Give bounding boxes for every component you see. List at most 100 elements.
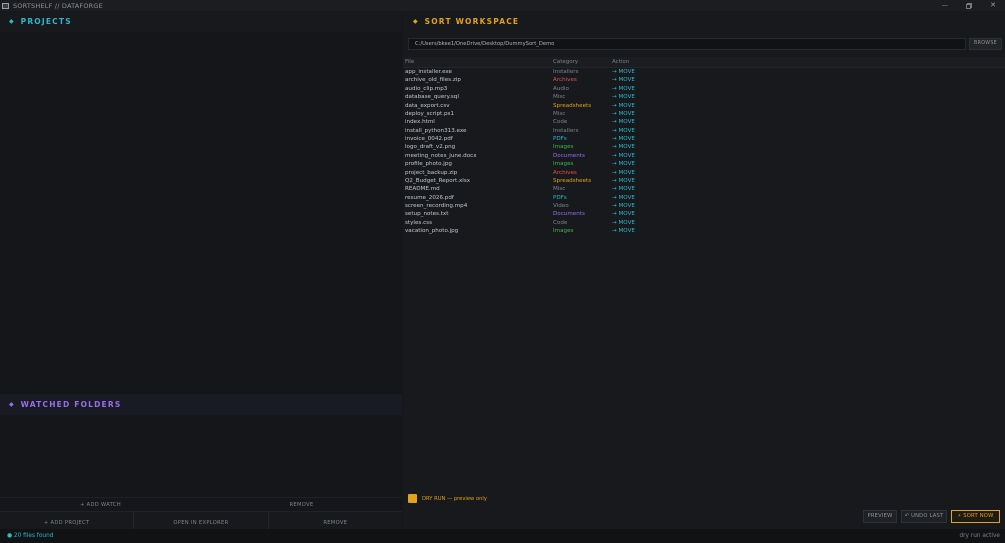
- action-cell[interactable]: → MOVE: [612, 127, 672, 135]
- action-cell[interactable]: → MOVE: [612, 93, 672, 101]
- column-header-category[interactable]: Category: [553, 59, 612, 65]
- action-cell[interactable]: → MOVE: [612, 194, 672, 202]
- table-row[interactable]: install_python313.exe Installers → MOVE: [403, 127, 1005, 135]
- category-cell: Code: [553, 219, 568, 226]
- category-cell: Installers: [553, 69, 579, 75]
- restore-icon: [966, 2, 972, 9]
- action-cell[interactable]: → MOVE: [612, 177, 672, 185]
- action-cell[interactable]: → MOVE: [612, 169, 672, 177]
- category-cell: Code: [553, 119, 568, 126]
- diamond-icon: ◆: [9, 401, 14, 408]
- table-row[interactable]: data_export.csv Spreadsheets → MOVE: [403, 102, 1005, 110]
- action-cell[interactable]: → MOVE: [612, 185, 672, 193]
- category-cell: Archives: [553, 77, 577, 84]
- maximize-button[interactable]: [957, 0, 981, 11]
- category-cell: Images: [553, 144, 574, 151]
- action-cell[interactable]: → MOVE: [612, 219, 672, 227]
- preview-button[interactable]: PREVIEW: [863, 510, 897, 523]
- dry-run-checkbox[interactable]: [408, 494, 417, 503]
- remove-watch-button[interactable]: REMOVE: [201, 502, 402, 508]
- close-button[interactable]: ✕: [981, 0, 1005, 11]
- file-name-cell: profile_photo.jpg: [405, 161, 452, 168]
- table-row[interactable]: meeting_notes_june.docx Documents → MOVE: [403, 152, 1005, 160]
- table-row[interactable]: project_backup.zip Archives → MOVE: [403, 169, 1005, 177]
- add-watch-button[interactable]: + ADD WATCH: [0, 502, 201, 508]
- category-cell: Misc: [553, 186, 566, 193]
- action-cell[interactable]: → MOVE: [612, 102, 672, 110]
- file-name-cell: vacation_photo.jpg: [405, 228, 459, 235]
- window-title: SORTSHELF // DATAFORGE: [13, 1, 103, 10]
- undo-last-button[interactable]: ↶ UNDO LAST: [901, 510, 947, 523]
- action-cell[interactable]: → MOVE: [612, 76, 672, 84]
- status-bar: ● 20 files found dry run active: [0, 529, 1005, 543]
- table-row[interactable]: vacation_photo.jpg Images → MOVE: [403, 227, 1005, 235]
- action-cell[interactable]: → MOVE: [612, 160, 672, 168]
- watch-actions: + ADD WATCH REMOVE: [0, 497, 402, 511]
- table-row[interactable]: logo_draft_v2.png Images → MOVE: [403, 143, 1005, 151]
- table-row[interactable]: index.html Code → MOVE: [403, 118, 1005, 126]
- file-name-cell: meeting_notes_june.docx: [405, 152, 477, 159]
- table-row[interactable]: screen_recording.mp4 Video → MOVE: [403, 202, 1005, 210]
- window-controls: — ✕: [933, 0, 1005, 11]
- table-row[interactable]: invoice_0042.pdf PDFs → MOVE: [403, 135, 1005, 143]
- column-header-file[interactable]: File: [403, 59, 553, 65]
- file-name-cell: setup_notes.txt: [405, 211, 449, 218]
- app-window: SORTSHELF // DATAFORGE — ✕ ◆ PROJECTS ◆ …: [0, 0, 1005, 543]
- file-table: File Category Action app_installer.exe In…: [403, 57, 1005, 236]
- category-cell: Documents: [553, 211, 585, 218]
- action-cell[interactable]: → MOVE: [612, 135, 672, 143]
- file-name-cell: resume_2026.pdf: [405, 194, 454, 201]
- workspace-actions: PREVIEW ↶ UNDO LAST ⚡ SORT NOW: [859, 510, 1000, 523]
- category-cell: Images: [553, 228, 574, 235]
- category-cell: Audio: [553, 85, 569, 92]
- sort-now-button[interactable]: ⚡ SORT NOW: [951, 510, 1000, 523]
- sort-workspace-title: SORT WORKSPACE: [424, 17, 520, 26]
- table-row[interactable]: deploy_script.ps1 Misc → MOVE: [403, 110, 1005, 118]
- column-header-action[interactable]: Action: [612, 59, 672, 65]
- left-panel: ◆ PROJECTS ◆ WATCHED FOLDERS + ADD WATCH…: [0, 11, 402, 534]
- category-cell: Images: [553, 161, 574, 168]
- action-cell[interactable]: → MOVE: [612, 118, 672, 126]
- table-row[interactable]: setup_notes.txt Documents → MOVE: [403, 210, 1005, 218]
- file-name-cell: screen_recording.mp4: [405, 203, 468, 209]
- action-cell[interactable]: → MOVE: [612, 152, 672, 160]
- file-name-cell: styles.css: [405, 219, 433, 226]
- projects-list[interactable]: [0, 32, 402, 394]
- table-row[interactable]: database_query.sql Misc → MOVE: [403, 93, 1005, 101]
- watched-folders-header: ◆ WATCHED FOLDERS: [0, 394, 402, 415]
- table-row[interactable]: audio_clip.mp3 Audio → MOVE: [403, 85, 1005, 93]
- action-cell[interactable]: → MOVE: [612, 210, 672, 218]
- category-cell: Video: [553, 203, 569, 209]
- watched-folders-list[interactable]: [0, 415, 402, 497]
- table-row[interactable]: README.md Misc → MOVE: [403, 185, 1005, 193]
- table-row[interactable]: profile_photo.jpg Images → MOVE: [403, 160, 1005, 168]
- category-cell: PDFs: [553, 194, 567, 201]
- action-cell[interactable]: → MOVE: [612, 110, 672, 118]
- path-row: C:/Users/bkee1/OneDrive/Desktop/DummySor…: [408, 38, 1002, 50]
- file-name-cell: deploy_script.ps1: [405, 110, 455, 117]
- table-row[interactable]: resume_2026.pdf PDFs → MOVE: [403, 194, 1005, 202]
- diamond-icon: ◆: [9, 18, 14, 25]
- dry-run-toggle[interactable]: DRY RUN — preview only: [408, 494, 487, 503]
- browse-button[interactable]: BROWSE: [969, 38, 1002, 50]
- table-row[interactable]: Q2_Budget_Report.xlsx Spreadsheets → MOVE: [403, 177, 1005, 185]
- action-cell[interactable]: → MOVE: [612, 68, 672, 76]
- file-name-cell: data_export.csv: [405, 102, 450, 109]
- minimize-button[interactable]: —: [933, 0, 957, 11]
- action-cell[interactable]: → MOVE: [612, 227, 672, 235]
- file-name-cell: archive_old_files.zip: [405, 77, 461, 84]
- category-cell: Misc: [553, 110, 566, 117]
- folder-path-input[interactable]: C:/Users/bkee1/OneDrive/Desktop/DummySor…: [408, 38, 966, 50]
- table-row[interactable]: styles.css Code → MOVE: [403, 219, 1005, 227]
- action-cell[interactable]: → MOVE: [612, 202, 672, 210]
- table-header: File Category Action: [403, 57, 1005, 68]
- table-row[interactable]: archive_old_files.zip Archives → MOVE: [403, 76, 1005, 84]
- file-name-cell: invoice_0042.pdf: [405, 136, 453, 142]
- action-cell[interactable]: → MOVE: [612, 143, 672, 151]
- file-name-cell: logo_draft_v2.png: [405, 144, 456, 151]
- category-cell: Installers: [553, 127, 579, 134]
- category-cell: Misc: [553, 94, 566, 101]
- table-row[interactable]: app_installer.exe Installers → MOVE: [403, 68, 1005, 76]
- file-name-cell: README.md: [405, 186, 440, 193]
- action-cell[interactable]: → MOVE: [612, 85, 672, 93]
